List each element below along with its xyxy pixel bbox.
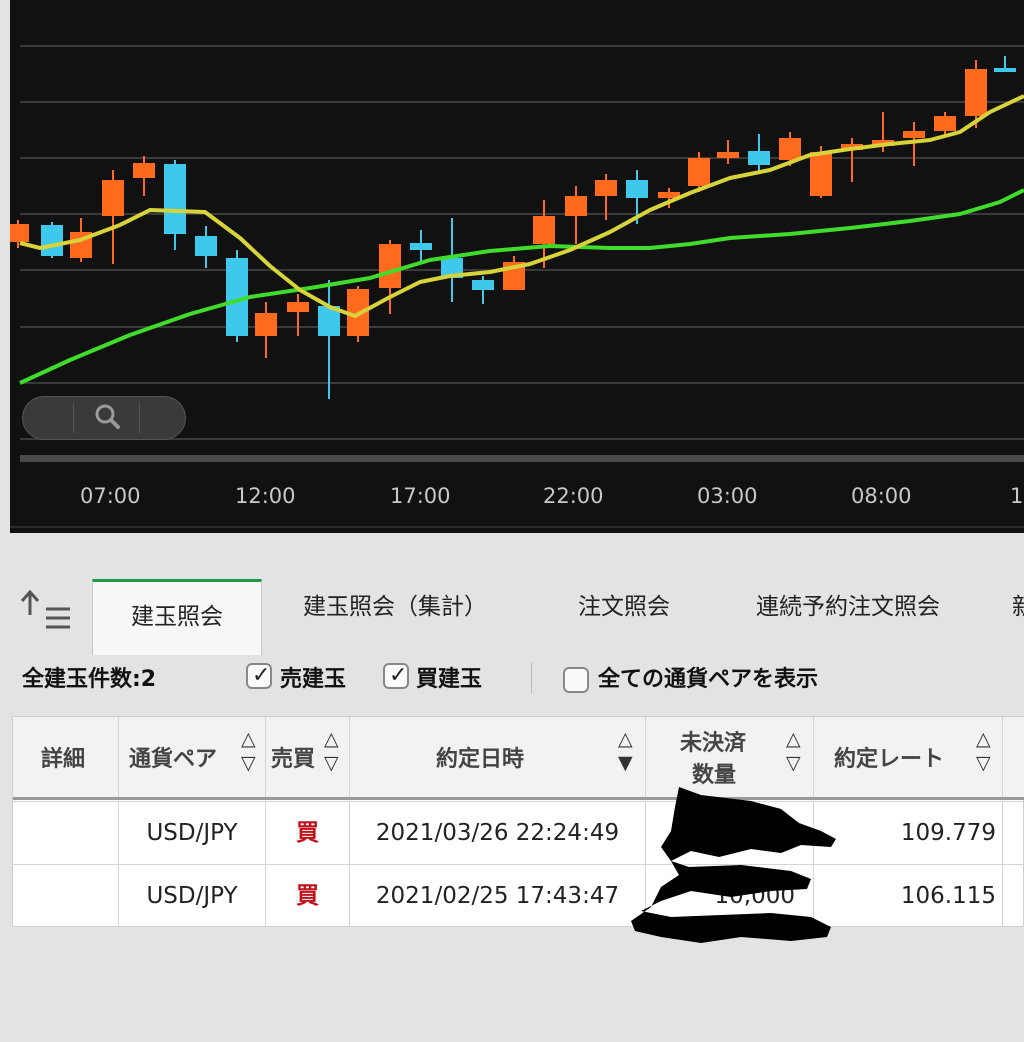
candle-body: [287, 302, 309, 312]
candlestick-chart[interactable]: 07:00 12:00 17:00 22:00 03:00 08:00 1: [10, 0, 1024, 533]
sort-arrows[interactable]: △ ▽: [786, 727, 801, 775]
scrollbar-track: [20, 455, 1024, 462]
candle-body: [688, 158, 710, 186]
candle-body: [717, 152, 739, 158]
position-count: 全建玉件数:2: [22, 667, 157, 692]
x-tick-label: 08:00: [851, 484, 912, 508]
buy-checkbox[interactable]: ✓: [383, 663, 409, 689]
tab-positions[interactable]: 建玉照会: [92, 579, 262, 655]
table-row[interactable]: USD/JPY 買 2021/03/26 22:24:49 10,000 109…: [13, 801, 1024, 864]
sort-arrows[interactable]: △ ▼: [618, 727, 633, 775]
column-header-side[interactable]: 売買 △ ▽: [266, 717, 350, 797]
sell-checkbox-label[interactable]: 売建玉: [280, 661, 346, 693]
zoom-control[interactable]: [22, 396, 186, 440]
candle-body: [41, 225, 63, 256]
candle-body: [810, 152, 832, 196]
filter-row: 全建玉件数:2 ✓ 売建玉 ✓ 買建玉 全ての通貨ペアを表示: [0, 657, 1024, 699]
side-cell: 買: [266, 802, 350, 864]
x-tick-label: 03:00: [697, 484, 758, 508]
column-header-detail: 詳細: [13, 717, 119, 797]
zoom-divider: [139, 403, 140, 433]
pair-cell: USD/JPY: [119, 865, 266, 927]
sort-arrows[interactable]: △ ▽: [976, 727, 991, 775]
tab-new[interactable]: 新: [1012, 581, 1024, 633]
candle-body: [472, 280, 494, 290]
table-row[interactable]: USD/JPY 買 2021/02/25 17:43:47 10,000 106…: [13, 864, 1024, 927]
candle-body: [934, 116, 956, 131]
header-divider: [13, 797, 1024, 800]
candle-body: [102, 180, 124, 216]
column-header-qty[interactable]: 未決済 数量 △ ▽: [646, 717, 814, 797]
column-header-datetime[interactable]: 約定日時 △ ▼: [350, 717, 646, 797]
check-icon: ✓: [252, 663, 271, 688]
tab-bar: 建玉照会 建玉照会（集計） 注文照会 連続予約注文照会 新: [0, 555, 1024, 655]
positions-panel: 建玉照会 建玉照会（集計） 注文照会 連続予約注文照会 新 全建玉件数:2 ✓ …: [0, 533, 1024, 1042]
buy-checkbox-label[interactable]: 買建玉: [416, 661, 482, 693]
zoom-button[interactable]: [75, 397, 139, 439]
tab-orders[interactable]: 注文照会: [560, 581, 688, 633]
candle-body: [164, 164, 186, 234]
candle-body: [10, 224, 29, 242]
candle-body: [195, 236, 217, 256]
side-cell: 買: [266, 865, 350, 927]
candle-body: [903, 131, 925, 138]
tab-sequential-orders[interactable]: 連続予約注文照会: [738, 581, 958, 633]
divider: [531, 663, 532, 693]
all-pairs-checkbox[interactable]: [563, 667, 589, 693]
x-tick-label: 12:00: [235, 484, 296, 508]
datetime-cell: 2021/02/25 17:43:47: [350, 865, 646, 927]
candle-body: [994, 68, 1016, 72]
rate-cell: 106.115: [814, 865, 1003, 927]
all-pairs-checkbox-label[interactable]: 全ての通貨ペアを表示: [598, 661, 818, 693]
candle-body: [255, 313, 277, 336]
candle-body: [965, 69, 987, 116]
sort-arrows[interactable]: △ ▽: [241, 727, 256, 775]
candle-body: [379, 244, 401, 288]
column-header-more: [1003, 717, 1024, 797]
x-tick-label: 1: [1010, 484, 1024, 508]
x-tick-label: 22:00: [543, 484, 604, 508]
positions-table: 詳細 通貨ペア △ ▽ 売買 △ ▽ 約定日時 △ ▼ 未決済 数量 △ ▽ 約定レート…: [12, 716, 1024, 943]
column-header-rate[interactable]: 約定レート △ ▽: [814, 717, 1003, 797]
candle-body: [748, 151, 770, 165]
rate-cell: 109.779: [814, 802, 1003, 864]
candle-body: [595, 180, 617, 196]
candle-body: [626, 180, 648, 198]
pair-cell: USD/JPY: [119, 802, 266, 864]
redaction-scribble: [631, 787, 836, 943]
candle-body: [133, 163, 155, 178]
tab-positions-summary[interactable]: 建玉照会（集計）: [290, 581, 500, 633]
candle-body: [410, 243, 432, 250]
x-tick-label: 17:00: [390, 484, 451, 508]
x-tick-label: 07:00: [80, 484, 141, 508]
sort-arrows[interactable]: △ ▽: [324, 727, 339, 775]
sell-checkbox[interactable]: ✓: [246, 663, 272, 689]
check-icon: ✓: [389, 663, 408, 688]
detail-cell[interactable]: [13, 865, 119, 927]
candle-body: [779, 138, 801, 160]
datetime-cell: 2021/03/26 22:24:49: [350, 802, 646, 864]
detail-cell[interactable]: [13, 802, 119, 864]
candle-body: [565, 196, 587, 216]
column-header-pair[interactable]: 通貨ペア △ ▽: [119, 717, 266, 797]
sort-up-icon[interactable]: [16, 587, 76, 637]
chart-canvas[interactable]: [10, 0, 1024, 533]
candle-body: [533, 216, 555, 244]
zoom-divider: [73, 403, 74, 433]
magnifier-icon: [95, 404, 120, 429]
